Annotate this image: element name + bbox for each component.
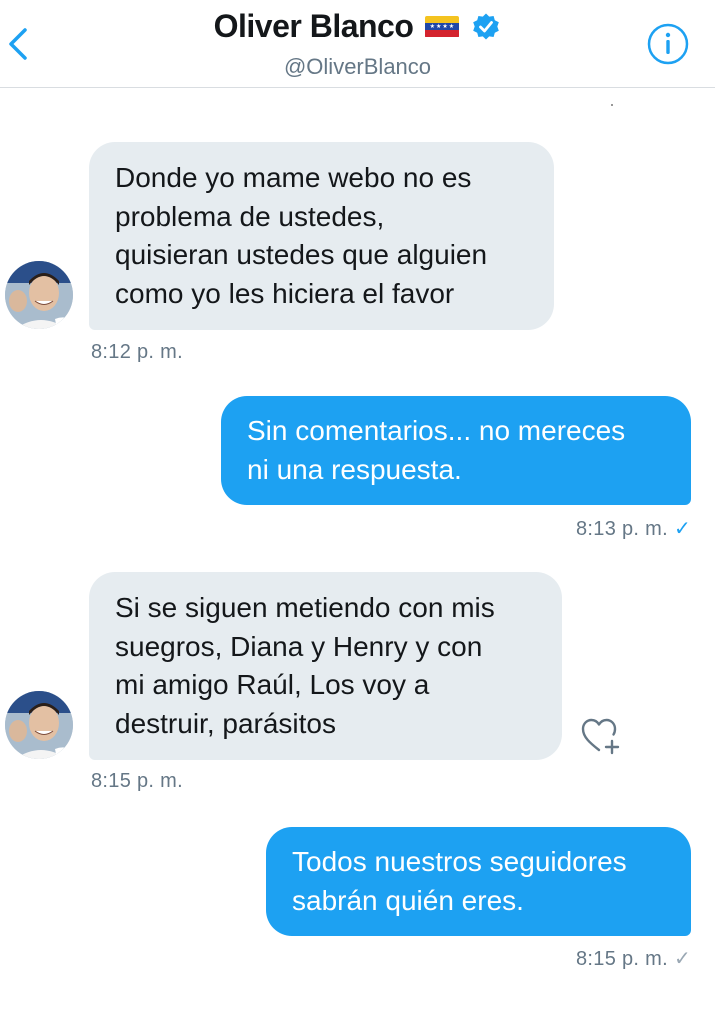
message-text: Donde yo mame webo no es problema de ust… bbox=[115, 162, 488, 309]
message-text: Si se siguen metiendo con mis suegros, D… bbox=[115, 592, 495, 739]
avatar[interactable] bbox=[5, 691, 73, 759]
verified-badge-icon bbox=[473, 13, 500, 39]
message-bubble-received[interactable]: Donde yo mame webo no es problema de ust… bbox=[89, 142, 554, 330]
avatar[interactable] bbox=[5, 261, 73, 329]
contact-handle: @OliverBlanco bbox=[283, 54, 432, 79]
timestamp-text: 8:15 p. m. bbox=[576, 948, 668, 970]
message-bubble-sent[interactable]: Sin comentarios... no mereces ni una res… bbox=[221, 396, 691, 505]
dm-conversation-screen: Oliver Blanco ★★★★ @OliverBlanco Donde y… bbox=[0, 0, 715, 1011]
like-message-button[interactable] bbox=[580, 716, 624, 756]
timestamp-text: 8:15 p. m. bbox=[91, 770, 183, 792]
conversation-header: Oliver Blanco ★★★★ @OliverBlanco bbox=[0, 0, 715, 88]
read-receipt-icon: ✓ bbox=[673, 518, 691, 540]
message-bubble-sent[interactable]: Todos nuestros seguidores sabrán quién e… bbox=[266, 827, 691, 936]
message-timestamp: 8:12 p. m. bbox=[91, 341, 183, 364]
timestamp-text: 8:13 p. m. bbox=[576, 518, 668, 540]
sent-receipt-icon: ✓ bbox=[673, 948, 691, 970]
title-row: Oliver Blanco ★★★★ bbox=[0, 8, 715, 45]
profile-photo-icon bbox=[5, 261, 73, 329]
timestamp-text: 8:12 p. m. bbox=[91, 341, 183, 363]
message-bubble-received[interactable]: Si se siguen metiendo con mis suegros, D… bbox=[89, 572, 562, 760]
separator-dot bbox=[611, 104, 613, 106]
profile-photo-icon bbox=[5, 691, 73, 759]
message-timestamp: 8:13 p. m. ✓ bbox=[576, 516, 691, 541]
message-text: Sin comentarios... no mereces ni una res… bbox=[247, 415, 626, 485]
message-timestamp: 8:15 p. m. ✓ bbox=[576, 946, 691, 971]
contact-name[interactable]: Oliver Blanco bbox=[214, 8, 414, 45]
message-text: Todos nuestros seguidores sabrán quién e… bbox=[292, 846, 627, 916]
conversation-info-button[interactable] bbox=[646, 22, 690, 66]
message-timestamp: 8:15 p. m. bbox=[91, 770, 183, 793]
info-icon bbox=[647, 23, 689, 65]
venezuela-flag-icon: ★★★★ bbox=[425, 15, 460, 38]
heart-plus-icon bbox=[581, 718, 620, 755]
